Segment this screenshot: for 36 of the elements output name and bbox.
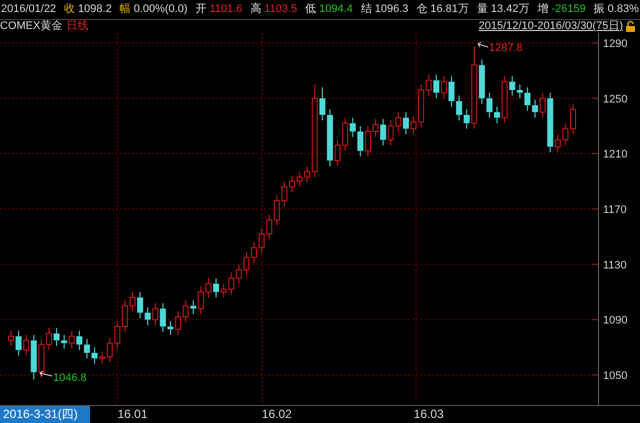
date-axis-label: 16.02 bbox=[262, 406, 292, 423]
quote-date: 2016/01/22 bbox=[1, 2, 56, 18]
price-axis-label: 1250 bbox=[603, 93, 628, 106]
cursor-date-label: 2016-3-31(四) bbox=[0, 406, 90, 423]
period-label: 日线 bbox=[66, 20, 88, 33]
price-axis-label: 1210 bbox=[603, 148, 628, 161]
price-axis-label: 1130 bbox=[603, 259, 627, 272]
instrument-name: COMEX黄金 bbox=[0, 20, 62, 33]
quote-label: 量 bbox=[476, 2, 488, 18]
date-range-link[interactable]: 2015/12/10-2016/03/30(75日) bbox=[478, 20, 623, 33]
quote-value: 0.00%(0.0) bbox=[134, 2, 188, 18]
date-axis-label: 16.03 bbox=[414, 406, 444, 423]
quote-value: 1103.5 bbox=[264, 2, 298, 18]
quote-label: 低 bbox=[305, 2, 316, 18]
quote-value: 1096.3 bbox=[374, 2, 408, 18]
quote-label: 幅 bbox=[120, 2, 131, 18]
quote-value: -26159 bbox=[551, 2, 586, 18]
quote-value: 1101.6 bbox=[209, 2, 242, 18]
quote-label: 开 bbox=[195, 2, 206, 18]
quote-label: 收 bbox=[64, 2, 76, 18]
quote-value: 16.81万 bbox=[430, 2, 469, 18]
quote-value: 1098.2 bbox=[78, 2, 112, 18]
quote-value: 13.42万 bbox=[490, 2, 530, 18]
price-axis-label: 1090 bbox=[603, 314, 628, 327]
date-axis-label: 16.01 bbox=[117, 406, 148, 423]
quote-label: 振 bbox=[594, 2, 605, 18]
price-axis-label: 1050 bbox=[603, 370, 628, 382]
price-axis-label: 1290 bbox=[603, 38, 628, 50]
quote-label: 结 bbox=[360, 2, 372, 18]
lock-icon[interactable] bbox=[625, 21, 636, 32]
price-axis-label: 1170 bbox=[603, 204, 627, 216]
quote-label: 增 bbox=[537, 2, 548, 18]
quote-value: 1094.4 bbox=[319, 2, 353, 18]
quote-value: 0.83% bbox=[608, 2, 639, 18]
quote-label: 仓 bbox=[416, 2, 428, 18]
quote-label: 高 bbox=[250, 2, 262, 18]
